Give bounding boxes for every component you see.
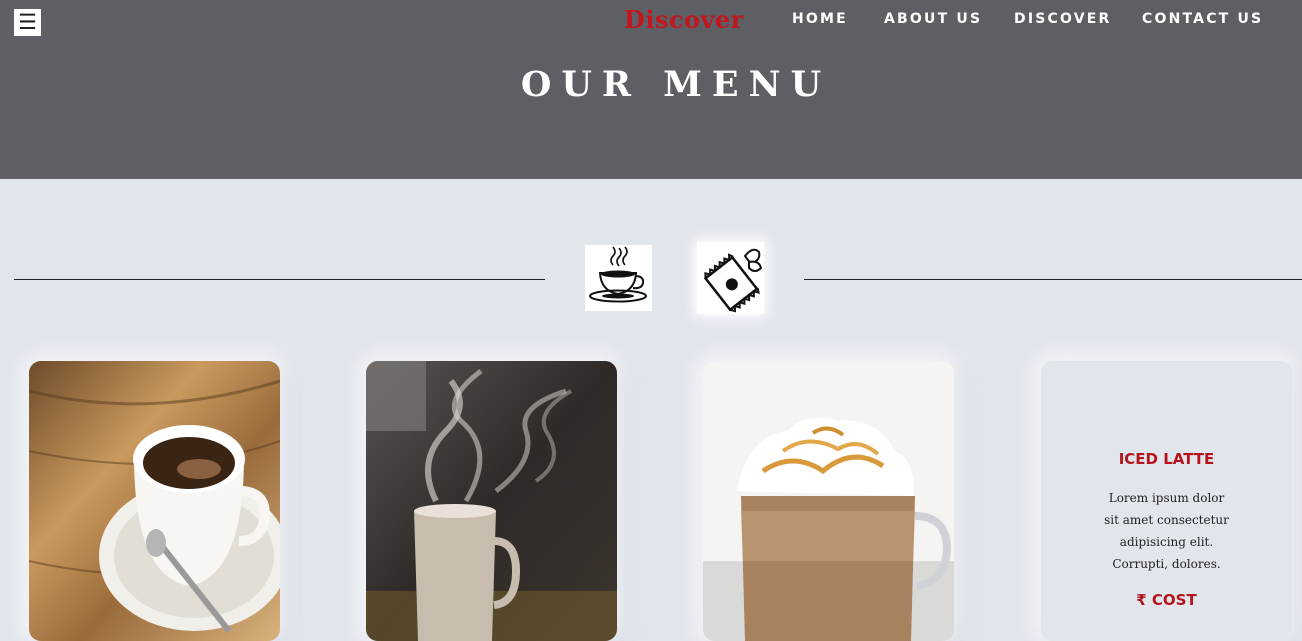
caramel-latte-photo [703,361,954,641]
menu-card-caramel-latte[interactable] [703,361,954,641]
category-coffee[interactable] [585,245,652,311]
menu-card-hot-coffee[interactable] [366,361,617,641]
steaming-mug-photo [366,361,617,641]
card-description: Lorem ipsum dolor sit amet consectetur a… [1104,491,1229,571]
coffee-cup-icon [589,246,647,303]
page-title: OUR MENU [520,64,832,105]
nav-contact-us[interactable]: CONTACT US [1142,11,1263,27]
espresso-cup-photo [29,361,280,641]
card-title: ICED LATTE [1118,450,1215,468]
nav-home[interactable]: HOME [792,11,848,27]
menu-card-espresso[interactable] [29,361,280,641]
snack-bag-icon [703,248,763,313]
brand-logo-text[interactable]: Discover [624,5,744,34]
divider-left [14,279,545,280]
site-header: ☰ Discover HOME ABOUT US DISCOVER CONTAC… [0,0,1302,179]
card-cost: ₹ COST [1136,591,1197,609]
hamburger-icon[interactable]: ☰ [14,9,41,36]
nav-discover[interactable]: DISCOVER [1014,11,1112,27]
divider-right [804,279,1302,280]
category-snacks[interactable] [697,242,764,314]
menu-card-iced-latte[interactable]: ICED LATTE Lorem ipsum dolor sit amet co… [1041,361,1292,641]
nav-about-us[interactable]: ABOUT US [884,11,982,27]
